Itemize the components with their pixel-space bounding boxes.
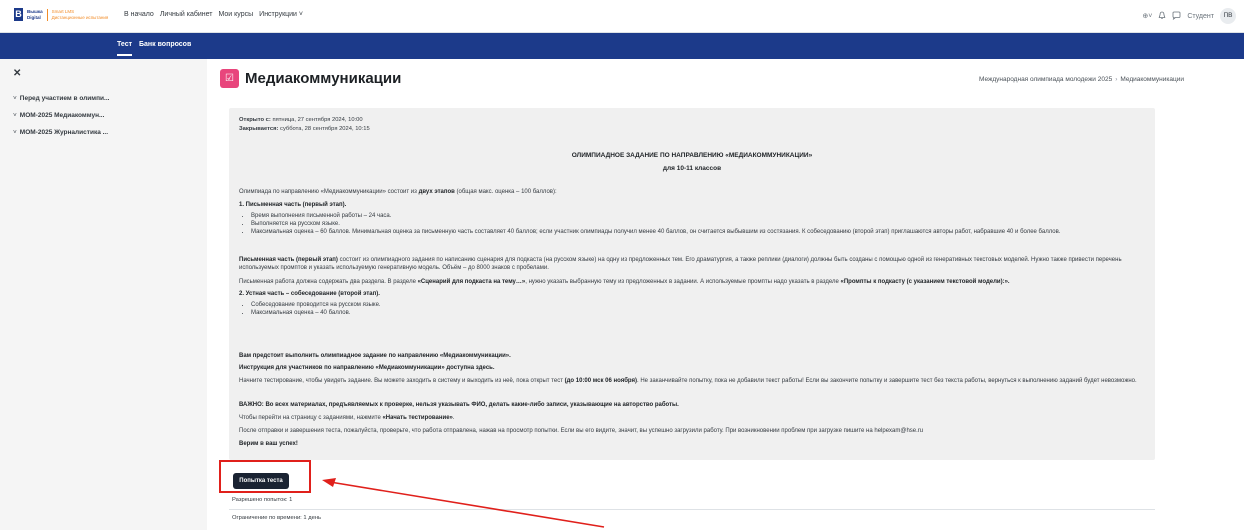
- allowed-attempts: Разрешено попыток: 1: [232, 497, 293, 503]
- begin-text: Начните тестирование, чтобы увидеть зада…: [239, 378, 565, 384]
- part2-title: 2. Устная часть – собеседование (второй …: [239, 290, 1139, 298]
- sections-bold-1: «Сценарий для подкаста на тему…»: [417, 279, 526, 285]
- breadcrumb-course[interactable]: Международная олимпиада молодежи 2025: [979, 76, 1112, 83]
- sections-paragraph: Письменная работа должна содержать два р…: [239, 278, 1139, 286]
- list-item: Собеседование проводится на русском язык…: [251, 301, 1151, 309]
- part1-list: Время выполнения письменной работы – 24 …: [239, 212, 1151, 236]
- important-text: ВАЖНО: Во всех материалах, предъявляемых…: [239, 402, 679, 408]
- intro-text: Олимпиада по направлению «Медиакоммуника…: [239, 189, 419, 195]
- good-luck-line: Верим в ваш успех!: [239, 440, 1139, 448]
- primary-nav: В начало Личный кабинет Мои курсы Инстру…: [124, 11, 303, 18]
- part1-title: 1. Письменная часть (первый этап).: [239, 201, 1139, 209]
- tab-test[interactable]: Тест: [117, 41, 133, 56]
- sections-text: Письменная работа должна содержать два р…: [239, 279, 418, 285]
- closes-row: Закрывается: суббота, 28 сентября 2024, …: [239, 125, 370, 134]
- instruction-text-end: .: [492, 365, 495, 371]
- written-text: состоит из олимпиадного задания по напис…: [239, 257, 1122, 271]
- task-subheading: для 10-11 классов: [662, 165, 722, 172]
- logo-subtitle: Smart LMS Дистанционные испытания: [52, 9, 109, 20]
- part1-title-text: 1. Письменная часть (первый этап).: [239, 202, 347, 208]
- divider: [229, 509, 1155, 510]
- bell-icon[interactable]: [1158, 11, 1166, 22]
- avatar[interactable]: ПВ: [1220, 8, 1236, 24]
- intro-paragraph: Олимпиада по направлению «Медиакоммуника…: [239, 188, 1139, 196]
- intro-text-end: (общая макс. оценка – 100 баллов):: [454, 189, 557, 195]
- nav-my-courses[interactable]: Мои курсы: [219, 11, 254, 18]
- course-index-drawer: ✕ ˅ Перед участием в олимпи... ˅ МОМ-2025 …: [0, 59, 207, 530]
- list-item: Максимальная оценка – 60 баллов. Минимал…: [251, 228, 1151, 236]
- task-start-line: Вам предстоит выполнить олимпиадное зада…: [239, 352, 1139, 360]
- nav-dashboard[interactable]: Личный кабинет: [160, 11, 213, 18]
- task-heading: ОЛИМПИАДНОЕ ЗАДАНИЕ ПО НАПРАВЛЕНИЮ «МЕДИ…: [571, 152, 813, 159]
- drawer-item-label: Перед участием в олимпи...: [19, 95, 110, 102]
- begin-text-end: . Не заканчивайте попытку, пока не добав…: [637, 378, 1137, 384]
- chat-icon[interactable]: [1172, 11, 1181, 22]
- part2-list: Собеседование проводится на русском язык…: [239, 301, 1151, 317]
- logo-brand: Вышка Digital: [27, 9, 43, 20]
- goto-text: Чтобы перейти на страницу с заданиями, н…: [239, 415, 383, 421]
- sections-text-mid: , нужно указать выбранную тему из предло…: [525, 279, 841, 285]
- opened-label: Открыто с:: [239, 117, 271, 123]
- goto-text-end: .: [452, 415, 455, 421]
- tab-question-bank[interactable]: Банк вопросов: [139, 41, 191, 48]
- closes-value: суббота, 28 сентября 2024, 10:15: [280, 126, 370, 132]
- attempt-quiz-button[interactable]: Попытка теста: [233, 473, 289, 489]
- instruction-text: Инструкция для участников по направлению…: [239, 365, 476, 371]
- drawer-item-label: МОМ-2025 Журналистика ...: [19, 129, 109, 136]
- time-limit: Ограничение по времени: 1 день: [232, 515, 322, 521]
- begin-paragraph: Начните тестирование, чтобы увидеть зада…: [239, 377, 1139, 385]
- close-icon[interactable]: ✕: [13, 68, 21, 79]
- intro-bold: двух этапов: [418, 189, 455, 195]
- quiz-icon: ☑: [220, 69, 239, 88]
- logo-divider: [46, 8, 48, 21]
- site-logo[interactable]: В Вышка Digital Smart LMS Дистанционные …: [14, 8, 108, 21]
- quiz-dates: Открыто с: пятница, 27 сентября 2024, 10…: [239, 116, 370, 134]
- user-name[interactable]: Студент: [1187, 13, 1214, 20]
- top-navbar: В Вышка Digital Smart LMS Дистанционные …: [0, 0, 1244, 33]
- instruction-line: Инструкция для участников по направлению…: [239, 364, 1139, 372]
- drawer-item-before-olympiad[interactable]: ˅ Перед участием в олимпи...: [13, 95, 109, 102]
- page-title: Медиакоммуникации: [245, 70, 402, 87]
- drawer-item-journalism[interactable]: ˅ МОМ-2025 Журналистика ...: [13, 129, 108, 136]
- quiz-description: Открыто с: пятница, 27 сентября 2024, 10…: [229, 108, 1155, 460]
- nav-home[interactable]: В начало: [124, 11, 154, 18]
- task-start-text: Вам предстоит выполнить олимпиадное зада…: [239, 353, 511, 359]
- good-luck-text: Верим в ваш успех!: [239, 441, 298, 447]
- breadcrumb: Международная олимпиада молодежи 2025 › Ме…: [979, 76, 1184, 83]
- after-submit-line: После отправки и завершения теста, пожал…: [239, 428, 924, 434]
- opened-row: Открыто с: пятница, 27 сентября 2024, 10…: [239, 116, 370, 125]
- breadcrumb-current[interactable]: Медиакоммуникации: [1120, 76, 1184, 83]
- important-notice: ВАЖНО: Во всех материалах, предъявляемых…: [239, 401, 1139, 409]
- opened-value: пятница, 27 сентября 2024, 10:00: [272, 117, 363, 123]
- goto-line: Чтобы перейти на страницу с заданиями, н…: [239, 414, 1139, 422]
- globe-icon[interactable]: ⊕˅: [1142, 12, 1152, 20]
- written-bold: Письменная часть (первый этап): [239, 257, 338, 263]
- chevron-down-icon: ˅: [13, 95, 17, 102]
- drawer-item-mediacommunications[interactable]: ˅ МОМ-2025 Медиакоммун...: [13, 112, 104, 119]
- instruction-link[interactable]: здесь: [476, 365, 493, 371]
- logo-line1: Вышка: [27, 9, 43, 14]
- breadcrumb-separator: ›: [1115, 76, 1118, 83]
- sections-bold-2: «Промпты к подкасту (с указанием текстов…: [840, 279, 1010, 285]
- user-area: ⊕˅ Студент ПВ: [1142, 8, 1236, 24]
- begin-bold: (до 10:00 мск 06 ноября): [564, 378, 637, 384]
- list-item: Время выполнения письменной работы – 24 …: [251, 212, 1151, 220]
- chevron-down-icon: ˅: [13, 112, 17, 119]
- drawer-item-label: МОМ-2025 Медиакоммун...: [19, 112, 105, 119]
- list-item: Максимальная оценка – 40 баллов.: [251, 309, 1151, 317]
- logo-sub2: Дистанционные испытания: [51, 14, 109, 20]
- list-item: Выполняется на русском языке.: [251, 220, 1151, 228]
- goto-bold: «Начать тестирование»: [382, 415, 453, 421]
- written-part-paragraph: Письменная часть (первый этап) состоит и…: [239, 256, 1139, 272]
- part2-title-text: 2. Устная часть – собеседование (второй …: [239, 291, 380, 297]
- logo-mark: В: [14, 8, 23, 21]
- nav-instructions[interactable]: Инструкции ˅: [259, 11, 303, 18]
- closes-label: Закрывается:: [239, 126, 279, 132]
- secondary-nav: Тест Банк вопросов: [0, 33, 1244, 59]
- logo-line2: Digital: [27, 14, 41, 20]
- chevron-down-icon: ˅: [13, 129, 17, 136]
